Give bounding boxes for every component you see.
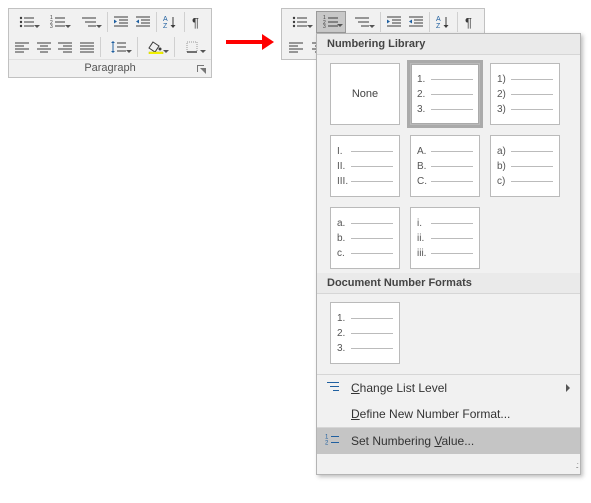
document-format-tile[interactable]: 1. 2. 3. bbox=[330, 302, 400, 364]
none-label: None bbox=[352, 88, 378, 100]
bullets-button[interactable] bbox=[285, 11, 315, 33]
numbering-tile-lower-alpha-dot[interactable]: a. b. c. bbox=[330, 207, 400, 269]
svg-text:¶: ¶ bbox=[465, 15, 472, 29]
svg-text:¶: ¶ bbox=[192, 15, 199, 29]
separator bbox=[380, 12, 381, 32]
svg-text:3: 3 bbox=[50, 24, 53, 29]
line-spacing-button[interactable] bbox=[104, 36, 134, 58]
chevron-down-icon bbox=[34, 25, 40, 28]
svg-text:A: A bbox=[163, 16, 168, 23]
paragraph-row-1: 123 AZ ¶ bbox=[282, 9, 484, 34]
numbering-tile-none[interactable]: None bbox=[330, 63, 400, 125]
grip-icon: ..: bbox=[575, 460, 577, 470]
resize-grip[interactable]: ..: bbox=[317, 454, 580, 474]
justify-button[interactable] bbox=[77, 36, 98, 58]
group-label-text: Paragraph bbox=[84, 62, 135, 74]
menu-set-numbering-value[interactable]: 12 Set Numbering Value... bbox=[317, 428, 580, 454]
svg-text:Z: Z bbox=[163, 23, 168, 29]
paragraph-row-2 bbox=[9, 34, 211, 59]
set-value-icon: 12 bbox=[325, 433, 341, 450]
sort-button[interactable]: AZ bbox=[160, 11, 181, 33]
numbering-tile-decimal-paren[interactable]: 1) 2) 3) bbox=[490, 63, 560, 125]
numbering-library-grid: None 1. 2. 3. 1) 2) 3) I. II. III. A. B.… bbox=[317, 55, 580, 273]
svg-text:Z: Z bbox=[436, 23, 441, 29]
chevron-down-icon bbox=[96, 25, 102, 28]
numbering-tile-upper-roman[interactable]: I. II. III. bbox=[330, 135, 400, 197]
menu-label: Set Numbering Value... bbox=[351, 434, 474, 448]
document-formats-header: Document Number Formats bbox=[317, 273, 580, 294]
separator bbox=[156, 12, 157, 32]
shading-button[interactable] bbox=[141, 36, 171, 58]
numbering-tile-lower-roman[interactable]: i. ii. iii. bbox=[410, 207, 480, 269]
separator bbox=[184, 12, 185, 32]
chevron-down-icon bbox=[200, 50, 206, 53]
chevron-down-icon bbox=[126, 50, 132, 53]
align-right-button[interactable] bbox=[55, 36, 76, 58]
show-marks-button[interactable]: ¶ bbox=[460, 11, 481, 33]
numbering-library-header: Numbering Library bbox=[317, 34, 580, 55]
align-left-button[interactable] bbox=[12, 36, 33, 58]
numbering-tile-decimal-dot[interactable]: 1. 2. 3. bbox=[410, 63, 480, 125]
chevron-down-icon bbox=[307, 25, 313, 28]
menu-label: Define New Number Format... bbox=[351, 407, 510, 421]
paragraph-row-1: 123 AZ ¶ bbox=[9, 9, 211, 34]
increase-indent-button[interactable] bbox=[132, 11, 153, 33]
align-center-button[interactable] bbox=[34, 36, 55, 58]
multilevel-list-button[interactable] bbox=[347, 11, 377, 33]
document-formats-grid: 1. 2. 3. bbox=[317, 294, 580, 374]
svg-text:2: 2 bbox=[325, 441, 329, 447]
separator bbox=[100, 37, 101, 57]
chevron-down-icon bbox=[337, 24, 343, 27]
submenu-arrow-icon bbox=[566, 384, 570, 392]
chevron-down-icon bbox=[65, 25, 71, 28]
separator bbox=[457, 12, 458, 32]
numbering-tile-lower-alpha-paren[interactable]: a) b) c) bbox=[490, 135, 560, 197]
arrow-indicator bbox=[226, 34, 274, 50]
sort-button[interactable]: AZ bbox=[433, 11, 454, 33]
menu-define-new-format[interactable]: Define New Number Format... bbox=[317, 401, 580, 427]
bullets-button[interactable] bbox=[12, 11, 42, 33]
numbering-tile-upper-alpha[interactable]: A. B. C. bbox=[410, 135, 480, 197]
group-label: Paragraph bbox=[9, 59, 211, 77]
separator bbox=[107, 12, 108, 32]
separator bbox=[137, 37, 138, 57]
align-left-button[interactable] bbox=[285, 36, 307, 58]
multilevel-list-button[interactable] bbox=[74, 11, 104, 33]
svg-text:3: 3 bbox=[323, 24, 326, 29]
chevron-down-icon bbox=[369, 25, 375, 28]
increase-indent-button[interactable] bbox=[405, 11, 426, 33]
show-marks-button[interactable]: ¶ bbox=[187, 11, 208, 33]
numbering-button[interactable]: 123 bbox=[43, 11, 73, 33]
paragraph-group-left: 123 AZ ¶ Paragrap bbox=[8, 8, 212, 78]
separator bbox=[174, 37, 175, 57]
decrease-indent-button[interactable] bbox=[111, 11, 132, 33]
borders-button[interactable] bbox=[178, 36, 208, 58]
menu-change-list-level[interactable]: Change List Level bbox=[317, 375, 580, 401]
chevron-down-icon bbox=[163, 50, 169, 53]
change-level-icon bbox=[325, 380, 341, 397]
dialog-launcher-icon[interactable] bbox=[195, 63, 207, 75]
separator bbox=[429, 12, 430, 32]
menu-label: Change List Level bbox=[351, 381, 447, 395]
svg-text:A: A bbox=[436, 16, 441, 23]
decrease-indent-button[interactable] bbox=[384, 11, 405, 33]
numbering-button-active[interactable]: 123 bbox=[316, 11, 346, 33]
numbering-dropdown: Numbering Library None 1. 2. 3. 1) 2) 3)… bbox=[316, 33, 581, 475]
